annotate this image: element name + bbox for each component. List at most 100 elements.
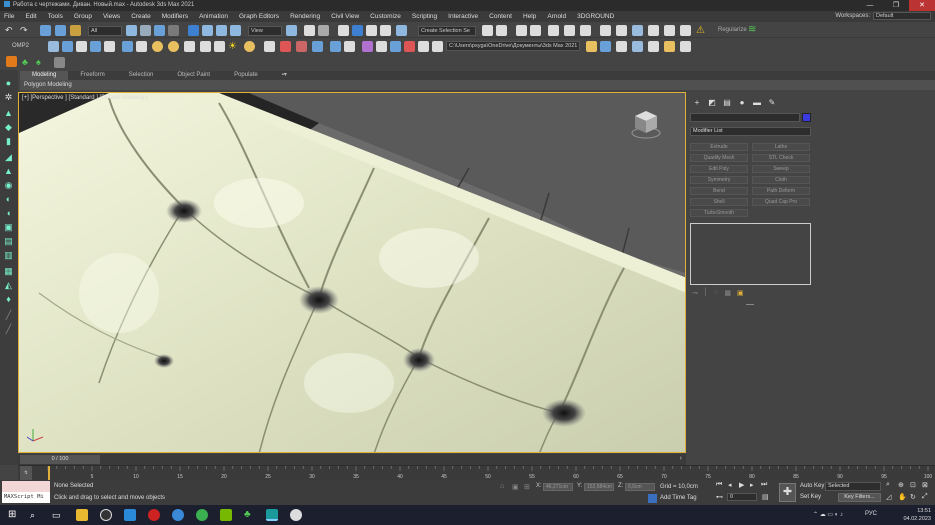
maximize-viewport-icon[interactable]: ⤢ (922, 493, 928, 501)
create-icon[interactable]: ● (3, 78, 14, 89)
move-icon[interactable] (188, 25, 199, 36)
play-icon[interactable]: ▶ (739, 481, 744, 489)
undo-icon[interactable]: ↶ (5, 25, 16, 36)
render-setup-icon[interactable] (616, 25, 627, 36)
plugin-icon[interactable] (362, 41, 373, 52)
modifier-button[interactable]: Extrude (690, 143, 748, 151)
key-filters-button[interactable]: Key Filters... (838, 493, 881, 502)
ribbon-tab-object-paint[interactable]: Object Paint (165, 71, 222, 80)
modifier-button[interactable]: Symmetry (690, 176, 748, 184)
z-coordinate[interactable]: 0,0cm (625, 483, 655, 491)
forest-icon[interactable]: ♠ (36, 57, 47, 68)
region-select-icon[interactable] (154, 25, 165, 36)
rotate-icon[interactable] (202, 25, 213, 36)
next-frame-icon[interactable]: › (680, 455, 682, 462)
snaps-toggle-icon[interactable] (338, 25, 349, 36)
smudge-icon[interactable]: ▣ (3, 222, 14, 233)
app-icon-1[interactable] (100, 509, 112, 521)
modifier-button[interactable]: Lathe (752, 143, 810, 151)
settings-icon[interactable]: ✲ (3, 92, 14, 103)
polygon-modeling-label[interactable]: Polygon Modeling (24, 82, 72, 88)
field-of-view-icon[interactable]: ◿ (886, 493, 891, 501)
previous-frame-icon[interactable]: ◂ (728, 481, 732, 489)
bulge-icon[interactable]: ▲ (3, 166, 14, 177)
modifier-icon[interactable] (296, 41, 307, 52)
modifier-button[interactable]: Bend (690, 187, 748, 195)
percent-snap-icon[interactable] (366, 25, 377, 36)
pin-stack-icon[interactable]: ⊸ (692, 289, 698, 297)
pan-icon[interactable]: ✋ (898, 493, 907, 501)
modify-tab-icon[interactable]: ◩ (707, 98, 717, 108)
menu-interactive[interactable]: Interactive (448, 13, 478, 20)
perspective-viewport[interactable]: [+] [Perspective ] [Standard ] [Default … (18, 92, 686, 453)
line-icon[interactable] (264, 41, 275, 52)
menu-rendering[interactable]: Rendering (290, 13, 320, 20)
hierarchy-tab-icon[interactable]: ▤ (722, 98, 732, 108)
search-icon[interactable]: ⌕ (30, 509, 42, 521)
xref-icon[interactable] (330, 41, 341, 52)
time-tag-icon[interactable] (648, 494, 657, 503)
x-coordinate[interactable]: 46,271cm (543, 483, 573, 491)
time-slider-thumb[interactable]: 0 / 100 (20, 455, 100, 464)
current-frame-field[interactable]: 0 (727, 493, 757, 501)
time-slider[interactable]: 0 / 100 › (18, 454, 686, 465)
modifier-button[interactable]: Cloth (752, 176, 810, 184)
render-online-icon[interactable] (664, 25, 675, 36)
render-iterative-icon[interactable] (680, 25, 691, 36)
modifier-button[interactable]: STL Check (752, 154, 810, 162)
menu-help[interactable]: Help (523, 13, 536, 20)
brush-icon[interactable]: ♦ (3, 294, 14, 305)
merge-icon[interactable] (648, 41, 659, 52)
align-icon[interactable] (496, 25, 507, 36)
orbit-icon[interactable]: ↻ (910, 493, 916, 501)
file-menu-icon[interactable] (6, 56, 17, 67)
clock[interactable]: 13:51 04.02.2023 (903, 507, 931, 523)
maxscript-listener[interactable] (2, 481, 50, 492)
ribbon-tab-freeform[interactable]: Freeform (68, 71, 116, 80)
notes-icon[interactable] (418, 41, 429, 52)
task-view-icon[interactable]: ▭ (52, 509, 64, 521)
exaggerate-icon[interactable]: ▥ (3, 250, 14, 261)
selection-lock-icon[interactable]: ▣ (512, 483, 519, 491)
helper-icon[interactable] (280, 41, 291, 52)
window-crossing-icon[interactable] (168, 25, 179, 36)
shift-icon[interactable]: ◢ (3, 152, 14, 163)
select-object-icon[interactable] (126, 25, 137, 36)
light-icon[interactable]: ☀ (228, 41, 239, 52)
blender-icon[interactable] (290, 509, 302, 521)
reference-icon[interactable] (680, 41, 691, 52)
schematic-view-icon[interactable] (580, 25, 591, 36)
modifier-button[interactable]: Edit Poly (690, 165, 748, 173)
track-bar[interactable]: ↯ 5 10 15 20 25 30 35 40 45 50 55 60 65 70 75 80 85 90 95 1… (18, 465, 935, 480)
opera-icon[interactable] (148, 509, 160, 521)
zoom-icon[interactable]: ⌕ (886, 481, 890, 489)
layers-icon[interactable]: ≋ (748, 24, 759, 35)
edit-named-sets-icon[interactable] (396, 25, 407, 36)
export-icon[interactable] (632, 41, 643, 52)
save-icon[interactable] (600, 41, 611, 52)
revert-icon[interactable]: ▦ (3, 266, 14, 277)
named-selection-dropdown[interactable]: Create Selection Se (418, 26, 476, 36)
workspaces-select[interactable]: Default (873, 12, 931, 20)
delete-icon[interactable] (404, 41, 415, 52)
mail-icon[interactable] (124, 509, 136, 521)
y-coordinate[interactable]: 152,684cm (584, 483, 614, 491)
unlink-icon[interactable] (55, 25, 66, 36)
select-icon[interactable]: ▲ (3, 108, 14, 119)
flatten-icon[interactable]: ◉ (3, 180, 14, 191)
scatter-icon[interactable] (312, 41, 323, 52)
sculpt-icon[interactable]: ◭ (3, 280, 14, 291)
noise-icon[interactable]: ▤ (3, 236, 14, 247)
collapse-icon[interactable] (390, 41, 401, 52)
teapot-icon[interactable] (168, 41, 179, 52)
spacing-tool-icon[interactable] (76, 41, 87, 52)
box-icon[interactable] (184, 41, 195, 52)
utilities-tab-icon[interactable]: ✎ (767, 98, 777, 108)
forest-pack-icon[interactable]: ♣ (244, 509, 256, 521)
align-camera-icon[interactable] (122, 41, 133, 52)
create-tab-icon[interactable]: + (692, 98, 702, 108)
scene-explorer-icon[interactable] (516, 25, 527, 36)
menu-customize[interactable]: Customize (370, 13, 401, 20)
maximize-button[interactable]: ❐ (883, 0, 909, 11)
file-explorer-icon[interactable] (76, 509, 88, 521)
